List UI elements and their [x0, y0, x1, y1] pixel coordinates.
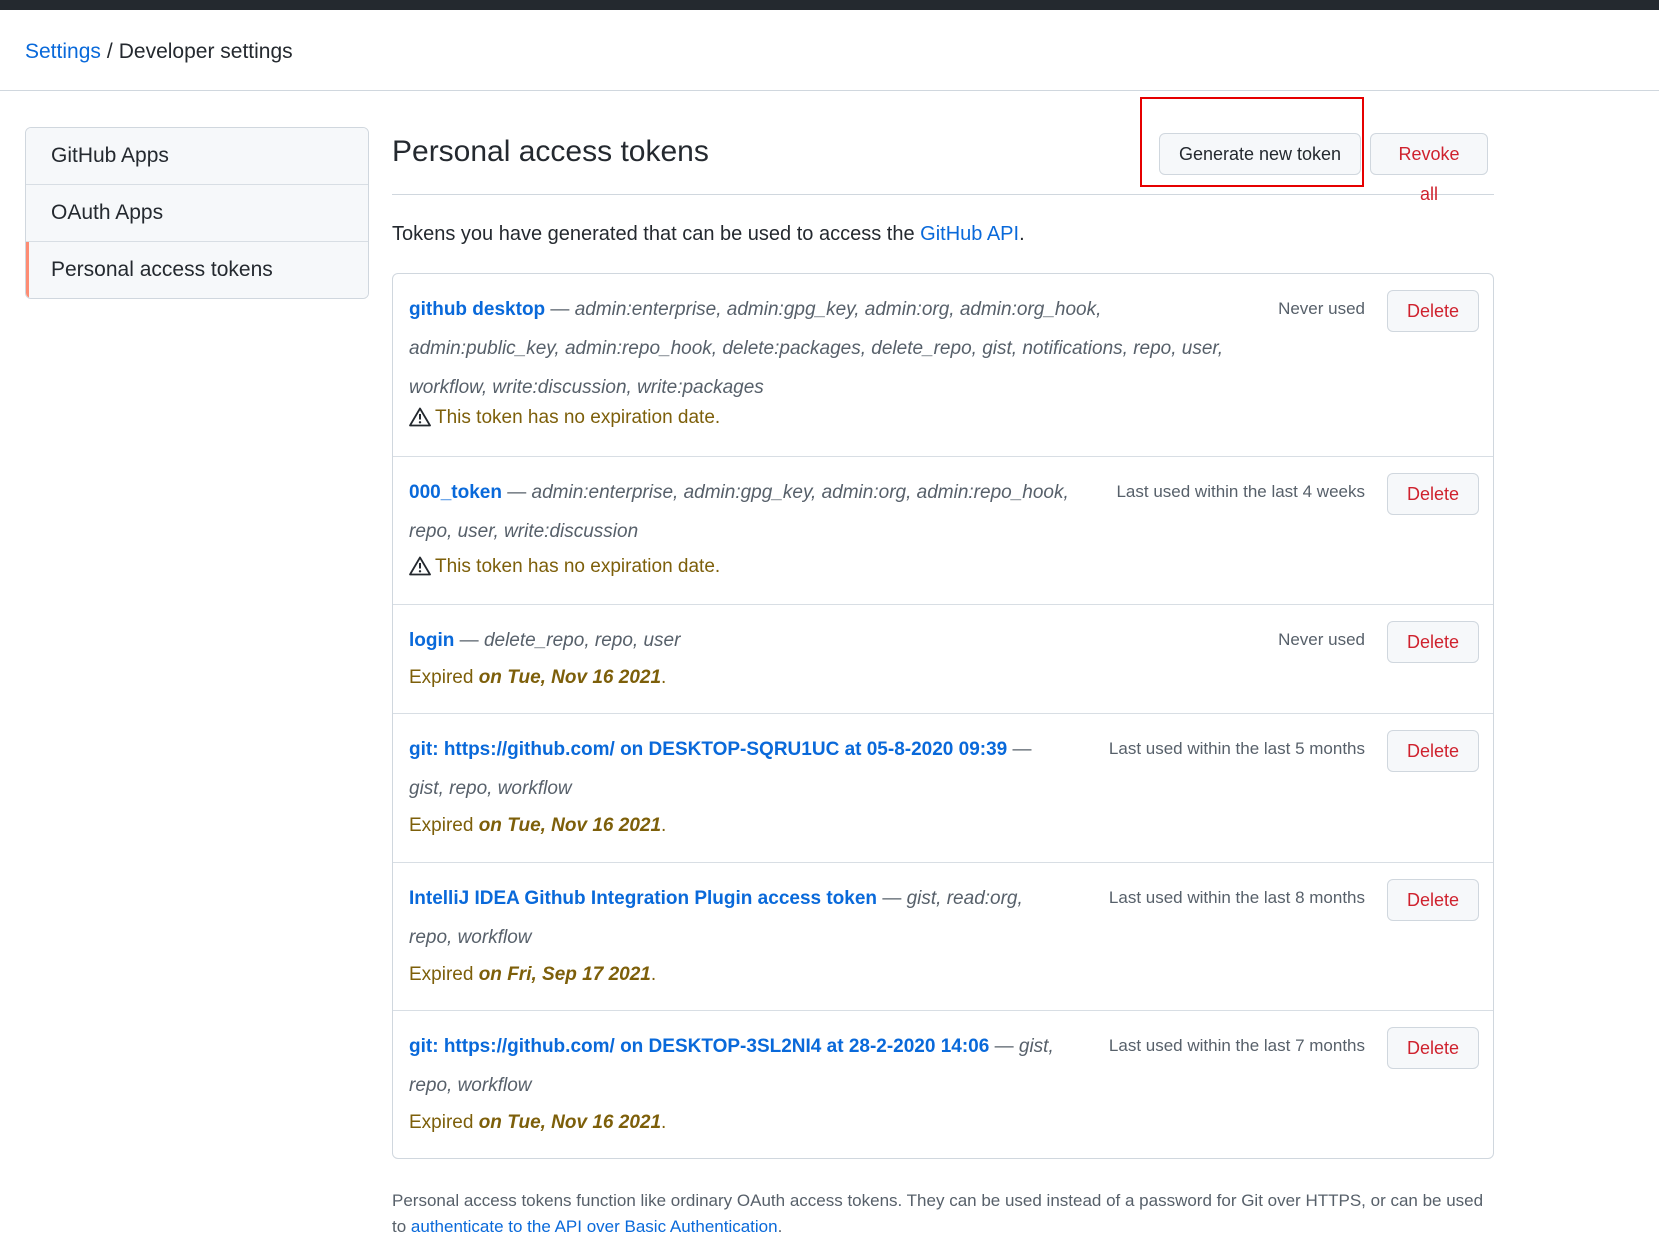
token-row: 000_token — admin:enterprise, admin:gpg_… — [393, 457, 1493, 605]
sidebar-item-github-apps[interactable]: GitHub Apps — [26, 128, 368, 185]
delete-token-button[interactable]: Delete — [1387, 290, 1479, 332]
token-dash: — — [1007, 739, 1032, 760]
token-scopes: gist, repo, workflow — [409, 778, 572, 799]
token-expiry-date: on Fri, Sep 17 2021 — [478, 964, 651, 985]
intro-text: Tokens you have generated that can be us… — [392, 220, 1025, 248]
token-expiry-prefix: Expired — [409, 667, 479, 688]
github-api-link[interactable]: GitHub API — [920, 223, 1019, 245]
token-description: 000_token — admin:enterprise, admin:gpg_… — [409, 473, 1109, 551]
token-description: IntelliJ IDEA Github Integration Plugin … — [409, 879, 1064, 957]
token-dash: — — [989, 1036, 1019, 1057]
footer-note: Personal access tokens function like ord… — [392, 1188, 1494, 1240]
token-expiry: Expired on Tue, Nov 16 2021. — [409, 664, 666, 692]
intro-text-end: . — [1019, 223, 1025, 245]
token-row: IntelliJ IDEA Github Integration Plugin … — [393, 863, 1493, 1011]
token-warning: This token has no expiration date. — [409, 553, 720, 585]
token-usage: Last used within the last 8 months — [1108, 888, 1365, 907]
token-description: github desktop — admin:enterprise, admin… — [409, 290, 1249, 407]
token-expiry-date: on Tue, Nov 16 2021 — [478, 667, 662, 688]
token-warning-text: This token has no expiration date. — [435, 407, 721, 428]
top-bar — [0, 0, 1659, 10]
delete-token-button[interactable]: Delete — [1387, 621, 1479, 663]
token-name-link[interactable]: git: https://github.com/ on DESKTOP-SQRU… — [409, 739, 1007, 760]
footer-note-end: . — [777, 1217, 783, 1236]
token-description: login — delete_repo, repo, user — [409, 621, 1189, 660]
token-usage: Last used within the last 4 weeks — [1116, 482, 1365, 501]
token-row: git: https://github.com/ on DESKTOP-SQRU… — [393, 714, 1493, 863]
token-dash: — — [454, 630, 484, 651]
token-usage: Never used — [1278, 299, 1365, 318]
token-name-link[interactable]: login — [409, 630, 454, 651]
breadcrumb: Settings / Developer settings — [25, 38, 293, 66]
token-expiry: Expired on Fri, Sep 17 2021. — [409, 961, 656, 989]
token-list: github desktop — admin:enterprise, admin… — [392, 273, 1494, 1159]
token-expiry-suffix: . — [661, 1112, 667, 1133]
settings-sidebar: GitHub Apps OAuth Apps Personal access t… — [25, 127, 369, 299]
delete-token-button[interactable]: Delete — [1387, 730, 1479, 772]
token-expiry-prefix: Expired — [409, 815, 479, 836]
token-name-link[interactable]: github desktop — [409, 299, 545, 320]
page-header: Personal access tokens Generate new toke… — [392, 126, 1494, 204]
token-name-link[interactable]: IntelliJ IDEA Github Integration Plugin … — [409, 888, 877, 909]
sidebar-item-oauth-apps[interactable]: OAuth Apps — [26, 185, 368, 242]
breadcrumb-separator: / — [106, 40, 113, 63]
token-expiry-suffix: . — [661, 667, 667, 688]
alert-triangle-icon — [409, 556, 431, 585]
breadcrumb-bar: Settings / Developer settings — [0, 10, 1659, 91]
token-dash: — — [545, 299, 575, 320]
token-usage: Last used within the last 7 months — [1108, 1036, 1365, 1055]
breadcrumb-settings-link[interactable]: Settings — [25, 40, 101, 63]
page-title: Personal access tokens — [392, 135, 709, 168]
token-dash: — — [501, 482, 532, 503]
token-expiry: Expired on Tue, Nov 16 2021. — [409, 1109, 666, 1137]
delete-token-button[interactable]: Delete — [1387, 1027, 1479, 1069]
token-description: git: https://github.com/ on DESKTOP-3SL2… — [409, 1027, 1064, 1105]
token-name-link[interactable]: git: https://github.com/ on DESKTOP-3SL2… — [409, 1036, 989, 1057]
token-usage: Last used within the last 5 months — [1108, 739, 1365, 758]
token-expiry-suffix: . — [650, 964, 657, 985]
revoke-all-button[interactable]: Revoke all — [1370, 133, 1488, 204]
token-row: login — delete_repo, repo, user Expired … — [393, 605, 1493, 714]
basic-auth-link[interactable]: authenticate to the API over Basic Authe… — [411, 1217, 778, 1236]
token-expiry-prefix: Expired — [409, 964, 479, 985]
token-expiry-suffix: . — [661, 815, 667, 836]
intro-text-body: Tokens you have generated that can be us… — [392, 223, 921, 245]
token-warning: This token has no expiration date. — [409, 404, 720, 436]
delete-token-button[interactable]: Delete — [1387, 473, 1479, 515]
token-warning-text: This token has no expiration date. — [435, 556, 721, 577]
token-expiry-prefix: Expired — [409, 1112, 479, 1133]
alert-triangle-icon — [409, 407, 431, 436]
token-expiry-date: on Tue, Nov 16 2021 — [478, 815, 662, 836]
token-usage: Never used — [1278, 630, 1365, 649]
delete-token-button[interactable]: Delete — [1387, 879, 1479, 921]
token-expiry: Expired on Tue, Nov 16 2021. — [409, 812, 666, 840]
token-scopes: delete_repo, repo, user — [483, 630, 681, 651]
token-expiry-date: on Tue, Nov 16 2021 — [478, 1112, 662, 1133]
token-row: git: https://github.com/ on DESKTOP-3SL2… — [393, 1011, 1493, 1158]
token-dash: — — [877, 888, 907, 909]
token-name-link[interactable]: 000_token — [409, 482, 502, 503]
breadcrumb-current: Developer settings — [118, 40, 293, 63]
sidebar-item-personal-access-tokens[interactable]: Personal access tokens — [26, 242, 368, 298]
token-row: github desktop — admin:enterprise, admin… — [393, 274, 1493, 457]
token-description: git: https://github.com/ on DESKTOP-SQRU… — [409, 730, 1064, 808]
generate-new-token-button[interactable]: Generate new token — [1159, 133, 1361, 175]
